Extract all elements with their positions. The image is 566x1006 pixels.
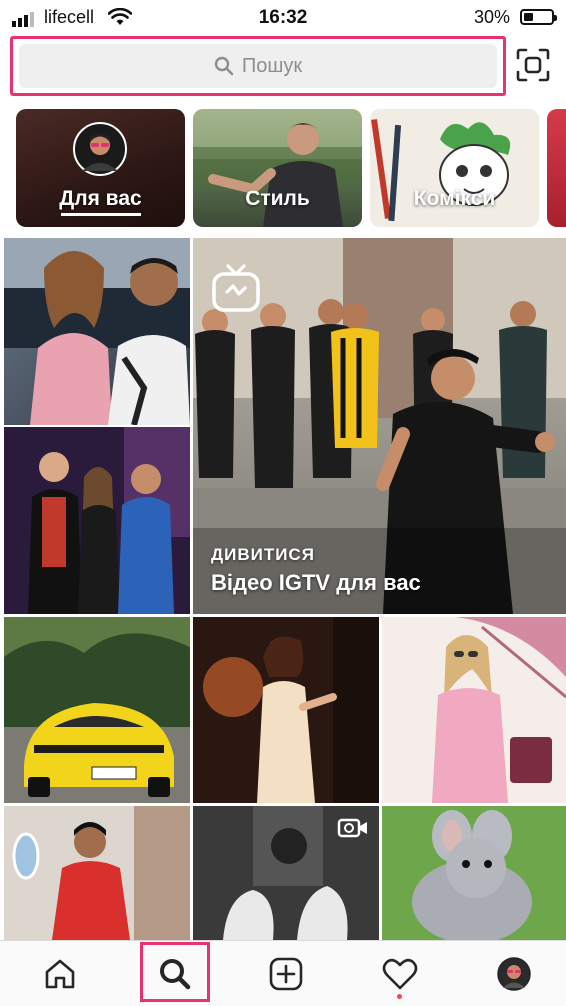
topic-label: Комікси (413, 187, 496, 210)
tab-home[interactable] (30, 941, 90, 1006)
video-icon (337, 818, 367, 838)
scan-icon[interactable] (514, 46, 552, 84)
search-highlight: Пошук (10, 36, 506, 96)
post-woman-doorway[interactable] (193, 617, 379, 803)
search-input[interactable]: Пошук (19, 44, 497, 88)
heart-icon (382, 958, 418, 989)
topic-chip-comics[interactable]: Комікси (370, 109, 539, 227)
post-image (4, 617, 190, 803)
notification-dot (397, 994, 402, 999)
post-selfie-couple[interactable] (4, 238, 190, 425)
tab-bar (0, 940, 566, 1006)
post-image (382, 806, 566, 940)
tab-profile[interactable] (484, 941, 544, 1006)
post-sneakers-video[interactable] (193, 806, 379, 940)
post-man-jet[interactable] (4, 806, 190, 940)
igtv-title: Відео IGTV для вас (211, 570, 421, 595)
home-icon (45, 959, 75, 988)
search-placeholder: Пошук (241, 54, 303, 77)
post-igtv-group[interactable]: ДИВИТИСЯ Відео IGTV для вас (193, 238, 566, 614)
topic-label: Для вас (59, 187, 142, 210)
avatar (497, 956, 531, 991)
igtv-icon (212, 264, 260, 312)
post-image (193, 617, 379, 803)
post-yellow-car[interactable] (4, 617, 190, 803)
post-image (4, 238, 190, 425)
plus-icon (269, 957, 303, 990)
topic-chip-more[interactable] (547, 109, 566, 227)
topic-chip-style[interactable]: Стиль (193, 109, 362, 227)
battery-icon (520, 9, 557, 25)
battery-percent: 30% (473, 7, 510, 27)
post-image (4, 806, 190, 940)
status-bar: lifecell 16:32 30% (0, 0, 566, 36)
topic-chips: Для вас Стиль Комікси (0, 109, 566, 227)
post-chinchilla[interactable] (382, 806, 566, 940)
search-icon (214, 56, 234, 76)
avatar (73, 122, 127, 176)
selected-indicator (60, 213, 141, 216)
post-woman-umbrella[interactable] (382, 617, 566, 803)
search-tab-highlight (140, 942, 210, 1002)
igtv-subtitle: ДИВИТИСЯ (211, 545, 315, 564)
topic-chip-for-you[interactable]: Для вас (16, 109, 185, 227)
post-image (4, 427, 190, 614)
tab-new-post[interactable] (256, 941, 316, 1006)
post-event-trio[interactable] (4, 427, 190, 614)
topic-label: Стиль (245, 187, 310, 210)
post-image (382, 617, 566, 803)
